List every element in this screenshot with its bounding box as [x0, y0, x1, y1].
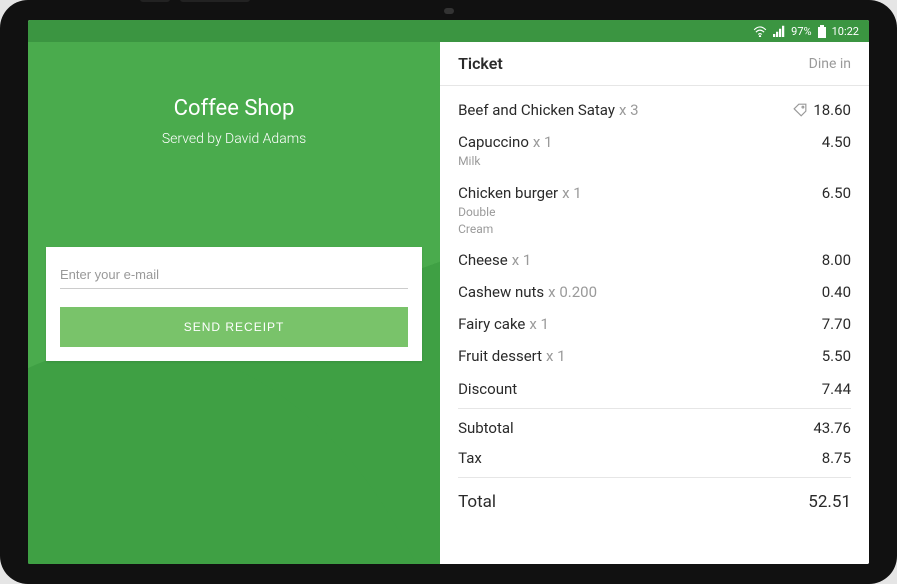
item-name: Fruit dessert [458, 347, 542, 365]
battery-percent: 97% [791, 25, 811, 38]
signal-icon [773, 25, 785, 37]
item-name: Beef and Chicken Satay [458, 101, 615, 119]
item-qty: x 1 [533, 133, 553, 151]
served-by: Served by David Adams [28, 131, 440, 147]
item-price: 4.50 [822, 133, 851, 151]
shop-name: Coffee Shop [28, 96, 440, 121]
content: Coffee Shop Served by David Adams SEND R… [28, 42, 869, 564]
screen: 97% 10:22 Coffee Shop Served by David Ad… [28, 20, 869, 564]
wifi-icon [753, 25, 767, 37]
clock: 10:22 [832, 25, 859, 38]
ticket-item[interactable]: Capuccinox 1 Milk 4.50 [458, 126, 851, 177]
item-name: Chicken burger [458, 184, 558, 202]
item-qty: x 0.200 [548, 283, 597, 301]
status-bar: 97% 10:22 [28, 20, 869, 42]
left-pane: Coffee Shop Served by David Adams SEND R… [28, 42, 440, 564]
divider [458, 408, 851, 409]
item-price: 0.40 [822, 283, 851, 301]
email-input[interactable] [60, 263, 408, 289]
item-price: 6.50 [822, 184, 851, 202]
ticket-mode: Dine in [809, 56, 851, 72]
ticket-item[interactable]: Fruit dessertx 1 5.50 [458, 340, 851, 372]
total-row: Total52.51 [458, 482, 851, 522]
item-price: 5.50 [822, 347, 851, 365]
tablet-camera [444, 8, 454, 14]
item-qty: x 1 [529, 315, 549, 333]
divider [458, 477, 851, 478]
item-qty: x 3 [619, 101, 639, 119]
tag-icon [793, 103, 807, 117]
item-qty: x 1 [512, 251, 532, 269]
item-name: Cheese [458, 251, 508, 269]
ticket-item[interactable]: Cashew nutsx 0.200 0.40 [458, 276, 851, 308]
item-price: 8.00 [822, 251, 851, 269]
ticket-item[interactable]: Cheesex 1 8.00 [458, 244, 851, 276]
tax-row: Tax8.75 [458, 443, 851, 473]
item-modifiers: Milk [458, 153, 552, 170]
item-price: 18.60 [813, 101, 851, 119]
item-name: Capuccino [458, 133, 529, 151]
tablet-frame: 97% 10:22 Coffee Shop Served by David Ad… [0, 0, 897, 584]
ticket-body[interactable]: Beef and Chicken Satayx 318.60Capuccinox… [440, 86, 869, 564]
item-qty: x 1 [546, 347, 566, 365]
ticket-pane: Ticket Dine in Beef and Chicken Satayx 3… [440, 42, 869, 564]
ticket-header: Ticket Dine in [440, 42, 869, 86]
tablet-button [180, 0, 250, 2]
tablet-button [140, 0, 170, 2]
email-card: SEND RECEIPT [46, 247, 422, 361]
ticket-title: Ticket [458, 54, 503, 73]
item-qty: x 1 [562, 184, 582, 202]
battery-icon [818, 25, 826, 38]
item-modifiers: DoubleCream [458, 204, 582, 238]
ticket-item[interactable]: Beef and Chicken Satayx 3 18.60 [458, 94, 851, 126]
ticket-item[interactable]: Chicken burgerx 1 DoubleCream 6.50 [458, 177, 851, 245]
item-name: Fairy cake [458, 315, 525, 333]
discount-row: Discount7.44 [458, 374, 851, 404]
ticket-item[interactable]: Fairy cakex 1 7.70 [458, 308, 851, 340]
send-receipt-button[interactable]: SEND RECEIPT [60, 307, 408, 347]
subtotal-row: Subtotal43.76 [458, 413, 851, 443]
item-name: Cashew nuts [458, 283, 544, 301]
item-price: 7.70 [822, 315, 851, 333]
